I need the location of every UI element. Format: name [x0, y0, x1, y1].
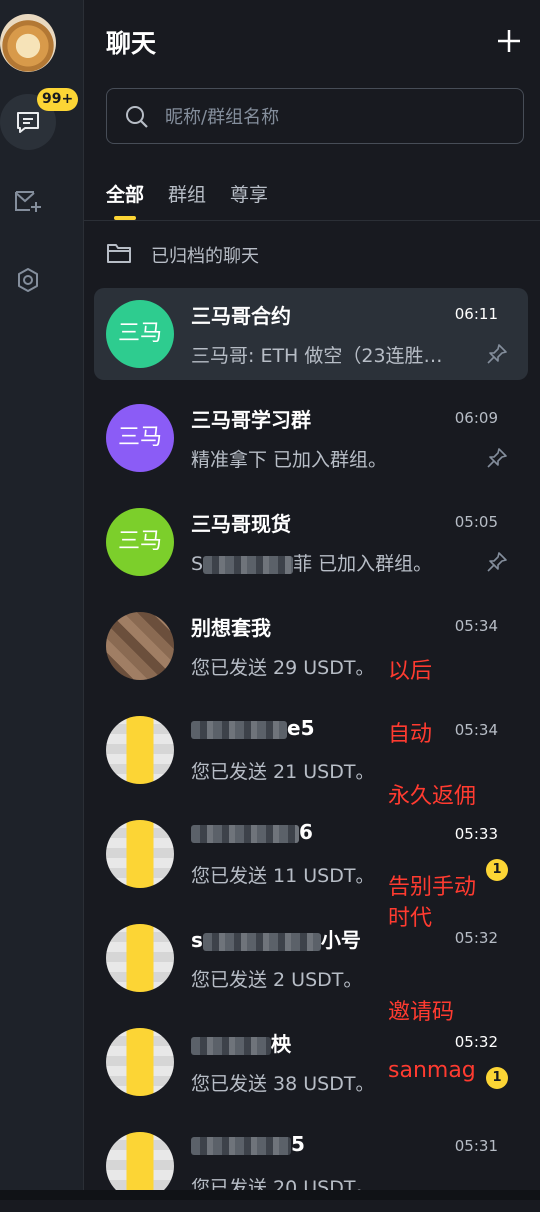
- new-message-icon[interactable]: [14, 188, 42, 214]
- overlay-annotation: sanmag: [388, 1058, 476, 1083]
- redacted-text: [191, 824, 299, 843]
- chat-time: 05:31: [454, 1137, 498, 1155]
- pin-icon: [487, 448, 507, 468]
- chat-time: 06:11: [454, 305, 498, 323]
- redacted-text: [203, 555, 294, 574]
- avatar: [106, 1028, 174, 1096]
- redacted-text: [202, 932, 321, 951]
- overlay-annotation: 告别手动: [388, 875, 477, 900]
- search-input[interactable]: [163, 99, 507, 135]
- unread-badge: 1: [486, 1067, 508, 1089]
- chat-time: 06:09: [454, 409, 498, 427]
- avatar: [106, 820, 174, 888]
- chat-time: 05:05: [454, 513, 498, 531]
- avatar: [106, 716, 174, 784]
- unread-badge: 1: [486, 859, 508, 881]
- chat-list-item[interactable]: 三马 三马哥学习群 06:09 精准拿下 已加入群组。: [94, 392, 528, 484]
- pin-icon: [487, 552, 507, 572]
- overlay-annotation: 以后: [388, 659, 433, 684]
- divider: [84, 220, 540, 221]
- chat-name-text: 小号: [320, 928, 361, 952]
- avatar: [106, 612, 174, 680]
- preview-prefix: S: [191, 553, 204, 575]
- left-rail: 99+: [0, 0, 84, 1200]
- chat-icon: [17, 112, 39, 133]
- chat-name-text: 柍: [271, 1032, 291, 1056]
- bottom-edge: [0, 1190, 540, 1200]
- avatar: 三马: [106, 404, 174, 472]
- search-icon: [126, 106, 148, 128]
- folder-icon: [107, 244, 131, 263]
- chat-name-text: e5: [287, 716, 315, 740]
- avatar: [106, 924, 174, 992]
- chat-preview: 三马哥: ETH 做空（23连胜…: [191, 345, 443, 367]
- chat-time: 05:33: [454, 825, 498, 843]
- settings-gear-icon[interactable]: [15, 267, 41, 293]
- chat-name: 别想套我: [191, 616, 271, 640]
- chat-preview: S 菲 已加入群组。: [191, 549, 481, 576]
- chat-name: 三马哥学习群: [191, 408, 311, 432]
- chat-list-item[interactable]: s 小号 05:32 您已发送 2 USDT。: [94, 912, 528, 1004]
- chat-preview: 您已发送 29 USDT。: [191, 657, 375, 679]
- tab-all[interactable]: 全部: [106, 180, 144, 207]
- chat-time: 05:32: [454, 1033, 498, 1051]
- chat-list-item[interactable]: 别想套我 05:34 您已发送 29 USDT。: [94, 600, 528, 692]
- profile-avatar[interactable]: [0, 14, 56, 72]
- chat-name: 柍: [191, 1028, 431, 1057]
- archived-label: 已归档的聊天: [151, 246, 259, 267]
- chat-preview: 精准拿下 已加入群组。: [191, 449, 388, 471]
- overlay-annotation: 自动: [388, 722, 433, 747]
- chat-time: 05:34: [454, 617, 498, 635]
- archived-chats-row[interactable]: 已归档的聊天: [84, 230, 540, 280]
- overlay-annotation: 邀请码: [388, 1000, 455, 1025]
- chat-name: 6: [191, 820, 431, 844]
- chat-name-prefix: s: [191, 928, 203, 952]
- overlay-annotation: 永久返佣: [388, 784, 477, 809]
- unread-count-badge: 99+: [37, 88, 79, 111]
- overlay-annotation: 时代: [388, 906, 433, 931]
- preview-text: 菲 已加入群组。: [293, 553, 433, 575]
- avatar: 三马: [106, 300, 174, 368]
- chat-time: 05:34: [454, 721, 498, 739]
- pin-icon: [487, 344, 507, 364]
- chat-time: 05:32: [454, 929, 498, 947]
- chat-name: 三马哥合约: [191, 304, 291, 328]
- redacted-text: [191, 1036, 271, 1055]
- redacted-text: [191, 720, 287, 739]
- tab-vip[interactable]: 尊享: [230, 180, 268, 207]
- chat-list-item[interactable]: 三马 三马哥现货 05:05 S 菲 已加入群组。: [94, 496, 528, 588]
- add-icon[interactable]: [494, 26, 524, 56]
- chat-list-item[interactable]: 三马 三马哥合约 06:11 三马哥: ETH 做空（23连胜…: [94, 288, 528, 380]
- chat-name-text: 6: [299, 820, 313, 844]
- search-box: [106, 88, 524, 144]
- avatar: 三马: [106, 508, 174, 576]
- redacted-text: [191, 1136, 291, 1155]
- chat-name: 5: [191, 1132, 431, 1156]
- chat-name: 三马哥现货: [191, 512, 291, 536]
- chat-name-text: 5: [291, 1132, 305, 1156]
- chat-list-panel: 聊天 全部 群组 尊享 已归档的聊天 三马 三马哥合约 06:11 三马哥: E…: [84, 0, 540, 1200]
- chat-preview: 您已发送 2 USDT。: [191, 969, 363, 991]
- page-title: 聊天: [106, 29, 157, 58]
- tab-groups[interactable]: 群组: [168, 180, 206, 207]
